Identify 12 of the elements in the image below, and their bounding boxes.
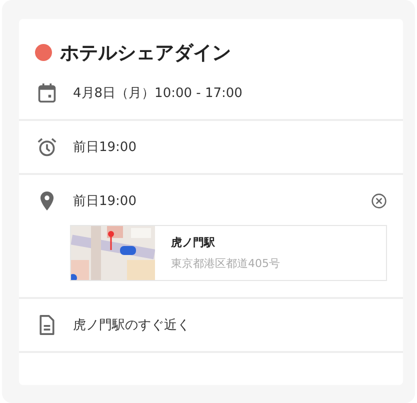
place-name: 虎ノ門駅 xyxy=(171,235,216,250)
document-icon xyxy=(37,315,57,335)
clear-icon[interactable] xyxy=(371,193,387,209)
place-address: 東京都港区都道405号 xyxy=(171,256,280,271)
row-text: 4月8日（月）10:00 - 17:00 xyxy=(73,85,244,102)
place-card[interactable]: 虎ノ門駅 東京都港区都道405号 xyxy=(70,225,387,281)
row-text: 虎ノ門駅のすぐ近く xyxy=(73,317,191,334)
row-text: 前日19:00 xyxy=(73,193,138,210)
alarm-clock-icon xyxy=(37,137,57,157)
row-text: 前日19:00 xyxy=(73,139,138,156)
calendar-icon xyxy=(37,83,57,103)
event-title: ホテルシェアダイン xyxy=(60,40,231,66)
